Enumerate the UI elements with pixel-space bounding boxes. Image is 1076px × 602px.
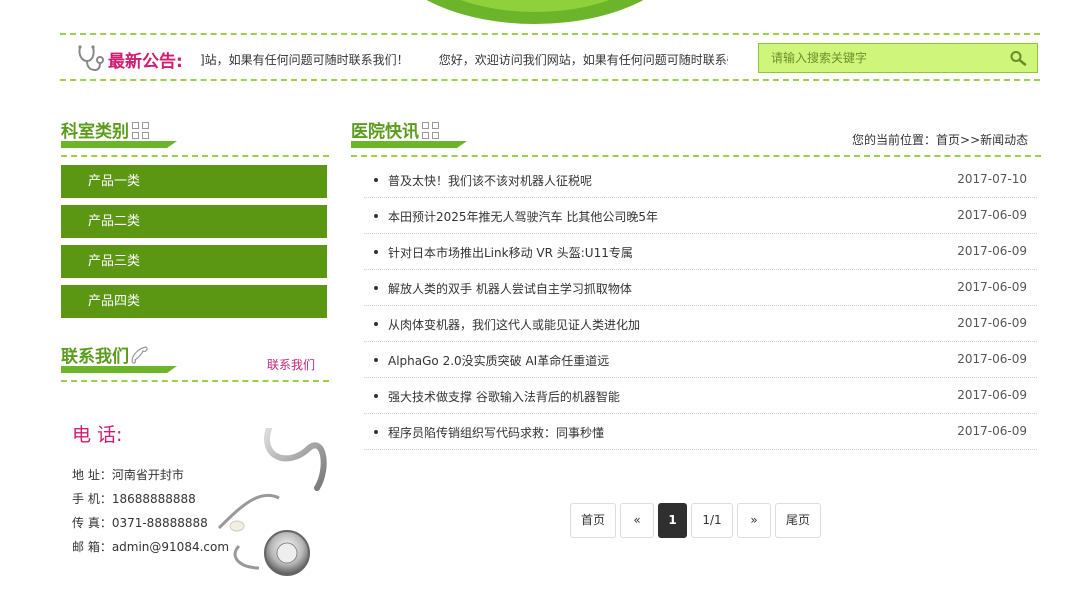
- breadcrumb-current[interactable]: 新闻动态: [980, 133, 1028, 147]
- fax-text: 传 真：0371-88888888: [72, 516, 208, 530]
- stethoscope-image: [217, 428, 327, 576]
- categories-title: 科室类别: [61, 117, 150, 142]
- bullet-icon: [374, 214, 378, 218]
- category-list: 产品一类 产品二类 产品三类 产品四类: [61, 165, 327, 325]
- news-item: 普及太快！我们该不该对机器人征税呢 2017-07-10: [364, 162, 1037, 198]
- breadcrumb: 您的当前位置：首页>>新闻动态: [852, 131, 1028, 148]
- bullet-icon: [374, 394, 378, 398]
- news-item-date: 2017-06-09: [957, 388, 1027, 402]
- news-item-date: 2017-06-09: [957, 352, 1027, 366]
- news-item: 解放人类的双手 机器人尝试自主学习抓取物体 2017-06-09: [364, 270, 1037, 306]
- category-item-3[interactable]: 产品三类: [61, 245, 327, 278]
- divider: [61, 155, 329, 157]
- category-item-1[interactable]: 产品一类: [61, 165, 327, 198]
- news-item-date: 2017-07-10: [957, 172, 1027, 186]
- divider: [351, 155, 1041, 157]
- news-item-title[interactable]: 解放人类的双手 机器人尝试自主学习抓取物体: [388, 280, 632, 297]
- phone-icon: [131, 346, 148, 364]
- news-item-title[interactable]: AlphaGo 2.0没实质突破 AI革命任重道远: [388, 352, 609, 369]
- news-item-title[interactable]: 强大技术做支撑 谷歌输入法背后的机器智能: [388, 388, 620, 405]
- news-item-title[interactable]: 针对日本市场推出Link移动 VR 头盔:U11专属: [388, 244, 633, 261]
- page-summary[interactable]: 1/1: [691, 503, 733, 538]
- contact-card: 电 话: 地 址：河南省开封市 手 机：18688888888 传 真：0371…: [61, 400, 329, 585]
- news-item-title[interactable]: 本田预计2025年推无人驾驶汽车 比其他公司晚5年: [388, 208, 658, 225]
- news-list: 普及太快！我们该不该对机器人征税呢 2017-07-10 本田预计2025年推无人…: [364, 162, 1037, 450]
- grid-icon: [132, 122, 150, 140]
- notice-text-b: 您好，欢迎访问我们网站，如果有任何问题可随时联系§: [438, 53, 728, 67]
- bullet-icon: [374, 358, 378, 362]
- category-item-2[interactable]: 产品二类: [61, 205, 327, 238]
- grid-icon: [422, 122, 440, 140]
- bullet-icon: [374, 250, 378, 254]
- news-title: 医院快讯: [351, 117, 440, 142]
- news-item: 强大技术做支撑 谷歌输入法背后的机器智能 2017-06-09: [364, 378, 1037, 414]
- bullet-icon: [374, 286, 378, 290]
- header-decoration: [380, 0, 690, 24]
- prev-page-button[interactable]: «: [620, 503, 654, 538]
- tel-label: 电 话:: [72, 424, 123, 446]
- news-item: AlphaGo 2.0没实质突破 AI革命任重道远 2017-06-09: [364, 342, 1037, 378]
- search-box: [758, 43, 1038, 73]
- title-underline: [351, 141, 467, 148]
- email-text: 邮 箱：admin@91084.com: [72, 540, 230, 554]
- address-text: 地 址：河南省开封市: [72, 468, 184, 482]
- news-item-title[interactable]: 普及太快！我们该不该对机器人征税呢: [388, 172, 592, 189]
- page-1-button[interactable]: 1: [658, 503, 687, 538]
- title-underline: [61, 141, 177, 148]
- bullet-icon: [374, 178, 378, 182]
- search-icon[interactable]: [1009, 50, 1027, 66]
- notice-text-a: ]站，如果有任何问题可随时联系我们！: [200, 53, 409, 67]
- news-item-date: 2017-06-09: [957, 316, 1027, 330]
- news-item-date: 2017-06-09: [957, 424, 1027, 438]
- notice-label: 最新公告:: [108, 52, 183, 72]
- news-item: 针对日本市场推出Link移动 VR 头盔:U11专属 2017-06-09: [364, 234, 1037, 270]
- news-item-title[interactable]: 从肉体变机器，我们这代人或能见证人类进化加: [388, 316, 640, 333]
- last-page-button[interactable]: 尾页: [775, 503, 821, 538]
- mobile-text: 手 机：18688888888: [72, 492, 196, 506]
- next-page-button[interactable]: »: [737, 503, 771, 538]
- news-item-date: 2017-06-09: [957, 280, 1027, 294]
- bullet-icon: [374, 430, 378, 434]
- notice-marquee: ]站，如果有任何问题可随时联系我们！ 您好，欢迎访问我们网站，如果有任何问题可随时…: [200, 51, 728, 69]
- news-item-date: 2017-06-09: [957, 208, 1027, 222]
- breadcrumb-separator: >>: [960, 133, 981, 147]
- breadcrumb-prefix: 您的当前位置：: [852, 133, 937, 147]
- news-item-date: 2017-06-09: [957, 244, 1027, 258]
- first-page-button[interactable]: 首页: [570, 503, 616, 538]
- news-item: 从肉体变机器，我们这代人或能见证人类进化加 2017-06-09: [364, 306, 1037, 342]
- divider: [61, 380, 329, 382]
- breadcrumb-home[interactable]: 首页: [936, 133, 960, 147]
- news-item-title[interactable]: 程序员陷传销组织写代码求救：同事秒懂: [388, 424, 604, 441]
- bullet-icon: [374, 322, 378, 326]
- news-item: 本田预计2025年推无人驾驶汽车 比其他公司晚5年 2017-06-09: [364, 198, 1037, 234]
- notice-bar: 最新公告: ]站，如果有任何问题可随时联系我们！ 您好，欢迎访问我们网站，如果有任…: [60, 33, 1040, 81]
- stethoscope-icon: [78, 45, 104, 72]
- news-item: 程序员陷传销组织写代码求救：同事秒懂 2017-06-09: [364, 414, 1037, 450]
- search-input[interactable]: [759, 44, 999, 72]
- contact-us-link[interactable]: 联系我们: [267, 356, 315, 373]
- title-underline: [61, 366, 177, 373]
- categories-header: 科室类别: [61, 117, 329, 157]
- category-item-4[interactable]: 产品四类: [61, 285, 327, 318]
- contact-title: 联系我们: [61, 342, 151, 367]
